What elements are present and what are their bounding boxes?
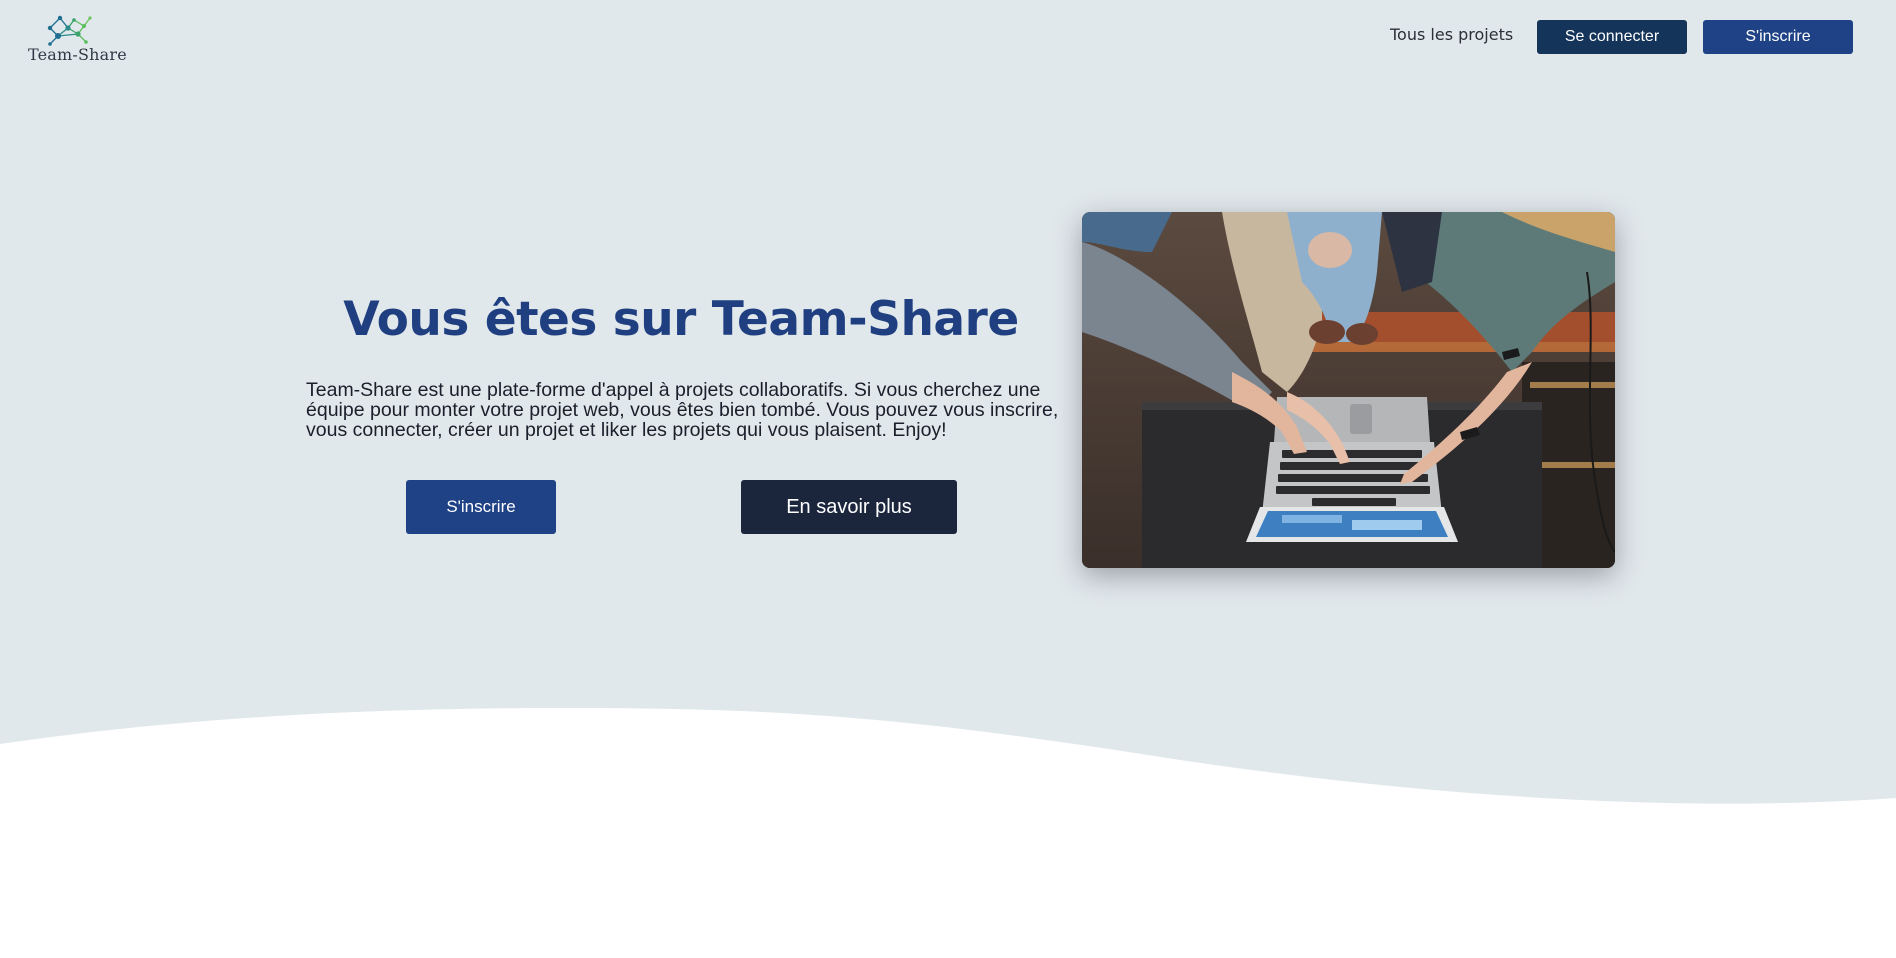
brand-logo[interactable]: Team-Share: [26, 12, 127, 68]
login-button[interactable]: Se connecter: [1537, 20, 1687, 54]
hero-signup-button[interactable]: S'inscrire: [406, 480, 556, 534]
hero-title: Vous êtes sur Team-Share: [343, 292, 1019, 347]
hero-description: Team-Share est une plate-forme d'appel à…: [306, 379, 1059, 441]
nav-all-projects-link[interactable]: Tous les projets: [1390, 25, 1513, 44]
top-navbar: Team-Share Tous les projets Se connecter…: [0, 0, 1896, 80]
network-logo-icon: [47, 15, 92, 46]
learn-more-button[interactable]: En savoir plus: [741, 480, 957, 534]
hero-photo: [1082, 212, 1615, 568]
hands-pointing-at-laptop-illustration: [1082, 212, 1615, 568]
signup-button-header[interactable]: S'inscrire: [1703, 20, 1853, 54]
brand-name: Team-Share: [28, 45, 127, 64]
